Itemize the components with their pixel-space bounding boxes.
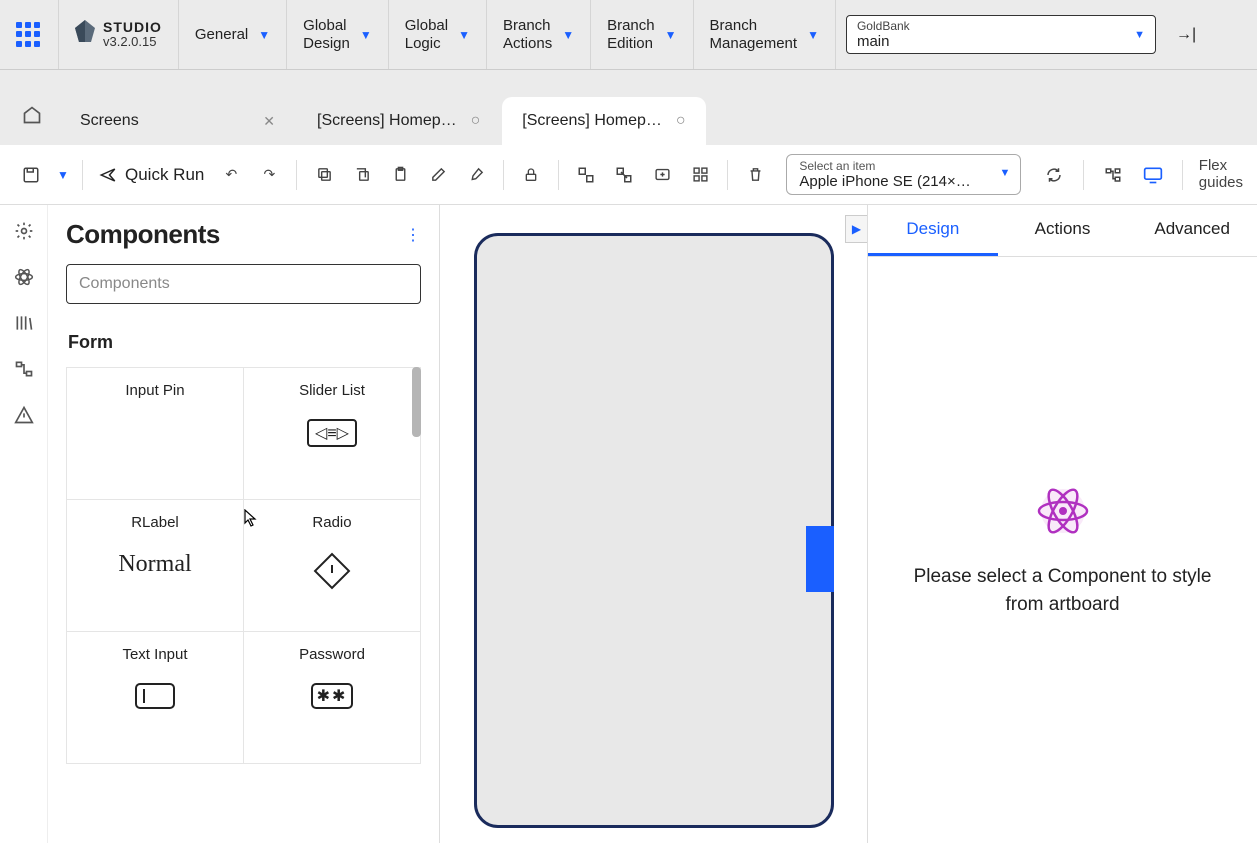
ungroup-button[interactable] — [607, 158, 641, 192]
radio-icon — [312, 551, 352, 591]
undo-button[interactable]: ↶ — [214, 158, 248, 192]
flex-guides-toggle[interactable]: Flex guides — [1199, 158, 1243, 191]
gallery-button[interactable] — [683, 158, 717, 192]
app-name: STUDIO — [103, 20, 162, 35]
tab-design[interactable]: Design — [868, 205, 998, 256]
tab-actions[interactable]: Actions — [998, 205, 1128, 256]
collapse-right-panel-button[interactable]: ▶ — [845, 215, 867, 243]
brush-button[interactable] — [459, 158, 493, 192]
chevron-down-icon: ▼ — [258, 28, 270, 42]
top-menu-bar: STUDIO v3.2.0.15 General ▼ Global Design… — [0, 0, 1257, 70]
tab-homepage-1[interactable]: [Screens] Homep… ○ — [297, 97, 500, 145]
slider-list-icon: ◁≡▷ — [307, 419, 357, 447]
components-panväel: Components ⋮ Components Form Input Pin S… — [48, 205, 440, 843]
component-rlabel[interactable]: RLabel Normal — [67, 500, 244, 632]
properties-tabs: Design Actions Advanced — [868, 205, 1257, 257]
lock-button[interactable] — [514, 158, 548, 192]
main-area: Components ⋮ Components Form Input Pin S… — [0, 205, 1257, 843]
chevron-down-icon: ▼ — [1134, 29, 1145, 41]
app-grid-button[interactable] — [0, 0, 59, 69]
delete-button[interactable] — [738, 158, 772, 192]
branch-selector[interactable]: GoldBank main ▼ — [836, 0, 1166, 69]
components-search-input[interactable]: Components — [66, 264, 421, 304]
close-icon[interactable]: ✕ — [263, 113, 275, 130]
menu-branch-edition[interactable]: Branch Edition ▼ — [591, 0, 693, 69]
selection-handle[interactable] — [806, 526, 834, 592]
preview-button[interactable] — [1136, 158, 1170, 192]
components-grid: Input Pin Slider List ◁≡▷ RLabel Normal … — [66, 367, 421, 764]
tab-homepage-2[interactable]: [Screens] Homep… ○ — [502, 97, 705, 145]
component-input-pin[interactable]: Input Pin — [67, 368, 244, 500]
chevron-down-icon: ▼ — [665, 28, 677, 42]
tab-strip: Screens ✕ [Screens] Homep… ○ [Screens] H… — [0, 70, 1257, 145]
menu-branch-management[interactable]: Branch Management ▼ — [694, 0, 836, 69]
properties-panel: Design Actions Advanced Please select a … — [867, 205, 1257, 843]
scrollbar-thumb[interactable] — [412, 367, 421, 437]
chevron-down-icon: ▼ — [360, 28, 372, 42]
chevron-down-icon: ▼ — [458, 28, 470, 42]
more-options-button[interactable]: ⋮ — [405, 225, 421, 245]
atom-placeholder-icon — [1033, 481, 1093, 541]
unsaved-indicator-icon: ○ — [471, 112, 481, 130]
app-version: v3.2.0.15 — [103, 35, 162, 49]
menu-branch-actions[interactable]: Branch Actions ▼ — [487, 0, 591, 69]
menu-global-design[interactable]: Global Design ▼ — [287, 0, 389, 69]
group-button[interactable] — [569, 158, 603, 192]
add-button[interactable] — [645, 158, 679, 192]
menu-general[interactable]: General ▼ — [179, 0, 287, 69]
chevron-down-icon: ▼ — [562, 28, 574, 42]
tree-view-button[interactable] — [1096, 158, 1130, 192]
menu-global-logic[interactable]: Global Logic ▼ — [389, 0, 487, 69]
section-form: Form — [66, 332, 421, 353]
tree-icon[interactable] — [12, 357, 36, 381]
phone-frame[interactable] — [474, 233, 834, 828]
component-password[interactable]: Password ✱✱ — [244, 632, 421, 764]
component-radio[interactable]: Radio — [244, 500, 421, 632]
empty-state-message: Please select a Component to style from … — [908, 563, 1217, 618]
unsaved-indicator-icon: ○ — [676, 112, 686, 130]
action-toolbar: ▼ Quick Run ↶ ↷ Select an item Apple iPh… — [0, 145, 1257, 205]
library-icon[interactable] — [12, 311, 36, 335]
text-input-icon — [135, 683, 175, 709]
tab-advanced[interactable]: Advanced — [1127, 205, 1257, 256]
component-slider-list[interactable]: Slider List ◁≡▷ — [244, 368, 421, 500]
component-text-input[interactable]: Text Input — [67, 632, 244, 764]
rlabel-icon: Normal — [118, 551, 191, 578]
warning-icon[interactable] — [12, 403, 36, 427]
password-icon: ✱✱ — [311, 683, 353, 709]
copy-button[interactable] — [307, 158, 341, 192]
branch-project-label: GoldBank — [857, 19, 1145, 33]
artboard-canvas[interactable]: ▶ — [440, 205, 867, 843]
home-button[interactable] — [12, 95, 52, 135]
branch-value: main — [857, 33, 1145, 50]
chevron-down-icon: ▼ — [999, 167, 1010, 179]
atom-icon[interactable] — [12, 265, 36, 289]
quick-run-button[interactable]: Quick Run — [93, 165, 210, 185]
tab-screens[interactable]: Screens ✕ — [60, 97, 295, 145]
studio-brand: STUDIO v3.2.0.15 — [59, 0, 179, 69]
redo-button[interactable]: ↷ — [252, 158, 286, 192]
edit-button[interactable] — [421, 158, 455, 192]
collapse-right-button[interactable]: →| — [1166, 0, 1206, 69]
device-selector[interactable]: Select an item Apple iPhone SE (214×… ▼ — [786, 154, 1021, 195]
chevron-down-icon: ▼ — [807, 28, 819, 42]
save-dropdown[interactable]: ▼ — [52, 158, 72, 192]
settings-icon[interactable] — [12, 219, 36, 243]
side-icon-rail — [0, 205, 48, 843]
paste-button[interactable] — [383, 158, 417, 192]
studio-logo-icon — [75, 20, 95, 50]
grid-icon — [16, 22, 42, 48]
cut-button[interactable] — [345, 158, 379, 192]
save-button[interactable] — [14, 158, 48, 192]
components-title: Components — [66, 219, 220, 250]
refresh-button[interactable] — [1037, 158, 1071, 192]
